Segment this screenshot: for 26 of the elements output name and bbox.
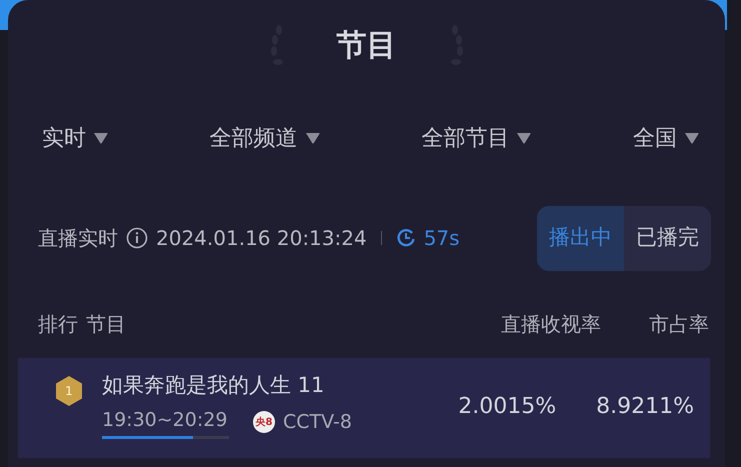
filter-dropdown[interactable]: 实时 — [42, 122, 86, 154]
countdown: 57s — [424, 225, 460, 252]
timestamp: 2024.01.16 20:13:24 — [156, 225, 367, 252]
page-title: 节目 — [336, 31, 396, 61]
filter-dropdown[interactable]: 全国 — [632, 122, 677, 154]
rating-value: 2.0015% — [458, 393, 556, 421]
caret-icon — [684, 132, 699, 144]
column-header: 节目 — [86, 311, 127, 338]
program-title: 如果奔跑是我的人生 11 — [102, 372, 326, 399]
column-header: 排行 — [38, 311, 78, 338]
time-range: 19:30~20:29 — [102, 408, 228, 432]
column-header: 市占率 — [649, 311, 709, 338]
channel-name: CCTV-8 — [283, 410, 352, 435]
filter-dropdown[interactable]: 全部频道 — [210, 122, 298, 154]
live-label: 直播实时 — [38, 225, 118, 252]
caret-icon — [94, 132, 108, 144]
rank-badge: 1 — [54, 375, 84, 407]
caret-icon — [306, 132, 320, 144]
column-header: 直播收视率 — [501, 311, 601, 338]
channel-logo: 央8 — [253, 411, 275, 434]
info-icon[interactable] — [126, 227, 148, 249]
share-value: 8.9211% — [596, 393, 694, 421]
refresh-icon[interactable] — [396, 228, 416, 248]
filter-dropdown[interactable]: 全部节目 — [421, 122, 510, 154]
caret-icon — [517, 132, 532, 144]
segment-tab[interactable]: 已播完 — [624, 206, 711, 270]
